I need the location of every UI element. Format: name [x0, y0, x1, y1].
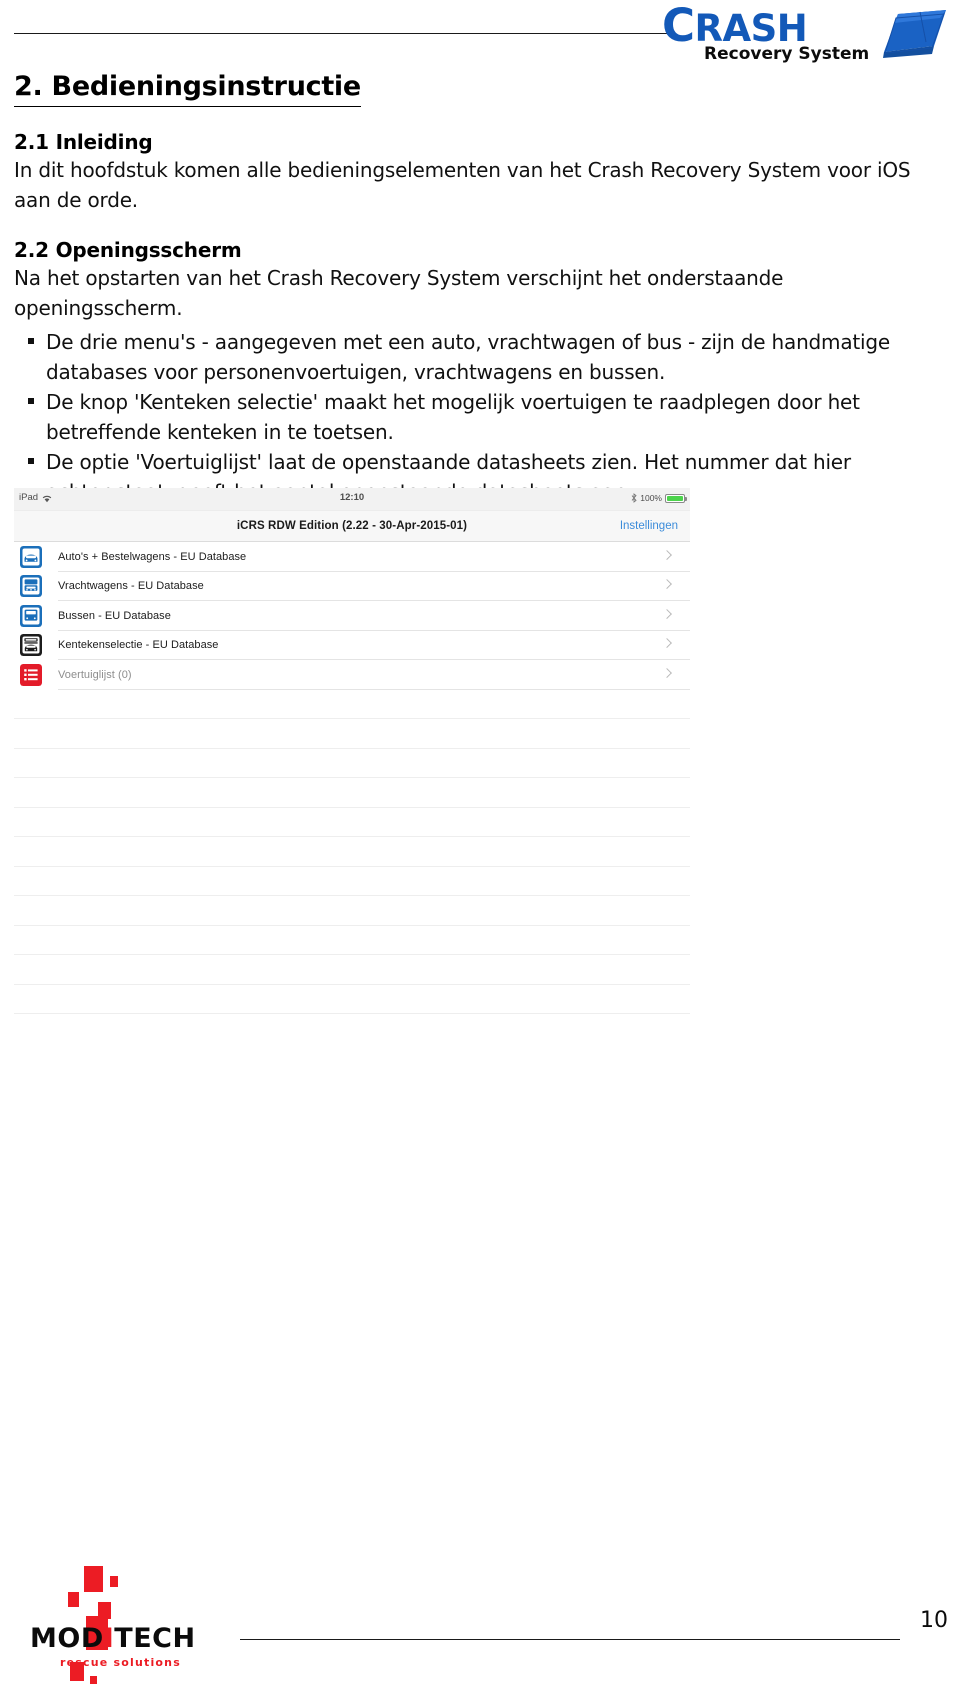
blue-cube-icon [883, 10, 946, 58]
document-body: 2. Bedieningsinstructie 2.1 Inleiding In… [14, 70, 914, 507]
status-bar-clock: 12:10 [339, 492, 365, 503]
moditech-tagline: rescue solutions [60, 1656, 181, 1669]
table-row [14, 896, 690, 926]
bus-icon [20, 604, 42, 627]
list-icon [20, 663, 42, 686]
ios-status-bar: iPad 12:10 100% [14, 488, 690, 511]
chevron-right-icon [662, 542, 682, 572]
list-item-autos[interactable]: Auto's + Bestelwagens - EU Database [14, 542, 690, 572]
table-row [14, 955, 690, 985]
crs-wordmark-c: C [662, 0, 695, 52]
car-icon [20, 545, 42, 568]
bullet-text: De drie menu's - aangegeven met een auto… [46, 330, 890, 384]
moditech-word-mod: MOD [30, 1623, 104, 1654]
logo-square [84, 1566, 103, 1592]
truck-icon [20, 575, 42, 598]
list-item-label: Kentekenselectie - EU Database [58, 639, 219, 652]
bullet-square-icon [28, 398, 34, 404]
section-paragraph-2-1: In dit hoofdstuk komen alle bedieningsel… [14, 158, 911, 212]
moditech-word-tech: TECH [114, 1623, 196, 1654]
list-item-vrachtwagens[interactable]: Vrachtwagens - EU Database [14, 572, 690, 602]
empty-table-rows [14, 690, 690, 1014]
bullet-square-icon [28, 338, 34, 344]
settings-button[interactable]: Instellingen [620, 519, 678, 533]
crs-wordmark: CRASH [662, 3, 872, 49]
logo-square [110, 1576, 118, 1587]
logo-square [90, 1676, 97, 1684]
list-item-label: Bussen - EU Database [58, 609, 171, 622]
table-row [14, 690, 690, 719]
moditech-logo: MODITECH rescue solutions [18, 1566, 248, 1686]
chevron-right-icon [662, 572, 682, 602]
table-row [14, 749, 690, 778]
database-menu-list: Auto's + Bestelwagens - EU Database Vrac… [14, 542, 690, 690]
table-row [14, 926, 690, 955]
chevron-right-icon [662, 601, 682, 631]
section-heading-2-2: 2.2 Openingsscherm [14, 238, 242, 262]
table-row [14, 808, 690, 837]
logo-square [68, 1592, 79, 1607]
header-divider [14, 33, 674, 34]
page-number: 10 [920, 1608, 948, 1633]
chevron-right-icon [662, 631, 682, 661]
app-navigation-bar: iCRS RDW Edition (2.22 - 30-Apr-2015-01)… [14, 511, 690, 542]
crash-recovery-system-logo: CRASH Recovery System [662, 2, 952, 68]
crs-subtitle: Recovery System [704, 44, 870, 64]
table-row [14, 837, 690, 867]
chevron-right-icon [662, 660, 682, 690]
moditech-word-i: I [103, 1623, 115, 1654]
battery-full-icon [665, 493, 687, 503]
ipad-screenshot-figure: iPad 12:10 100% iCRS RDW Edition (2.22 -… [14, 488, 690, 1014]
list-item-label: Auto's + Bestelwagens - EU Database [58, 550, 247, 563]
moditech-wordmark: MODITECH [30, 1624, 196, 1654]
page-footer: MODITECH rescue solutions 10 [0, 1562, 960, 1692]
list-item: De knop 'Kenteken selectie' maakt het mo… [14, 387, 914, 447]
licence-plate-icon [20, 634, 42, 657]
bullet-square-icon [28, 458, 34, 464]
battery-fill [667, 495, 683, 501]
app-title: iCRS RDW Edition (2.22 - 30-Apr-2015-01) [236, 520, 468, 532]
section-heading-2-1: 2.1 Inleiding [14, 130, 153, 154]
section-paragraph-2-2: Na het opstarten van het Crash Recovery … [14, 266, 784, 320]
list-item-voertuiglijst[interactable]: Voertuiglijst (0) [14, 660, 690, 690]
list-item-label: Voertuiglijst (0) [58, 668, 132, 681]
status-bar-right: 100% [631, 492, 687, 504]
footer-divider [240, 1639, 900, 1640]
list-item-label: Vrachtwagens - EU Database [58, 580, 204, 593]
battery-percent-label: 100% [640, 493, 662, 503]
list-item: De drie menu's - aangegeven met een auto… [14, 327, 914, 387]
table-row [14, 867, 690, 896]
feature-bullet-list: De drie menu's - aangegeven met een auto… [14, 327, 914, 507]
list-item-bussen[interactable]: Bussen - EU Database [14, 601, 690, 631]
chapter-title: 2. Bedieningsinstructie [14, 70, 361, 107]
page-header: CRASH Recovery System [0, 0, 960, 72]
table-row [14, 719, 690, 749]
table-row [14, 778, 690, 808]
table-row [14, 985, 690, 1014]
bluetooth-icon [631, 493, 637, 503]
list-item-kentekenselectie[interactable]: Kentekenselectie - EU Database [14, 631, 690, 661]
bullet-text: De knop 'Kenteken selectie' maakt het mo… [46, 390, 860, 444]
